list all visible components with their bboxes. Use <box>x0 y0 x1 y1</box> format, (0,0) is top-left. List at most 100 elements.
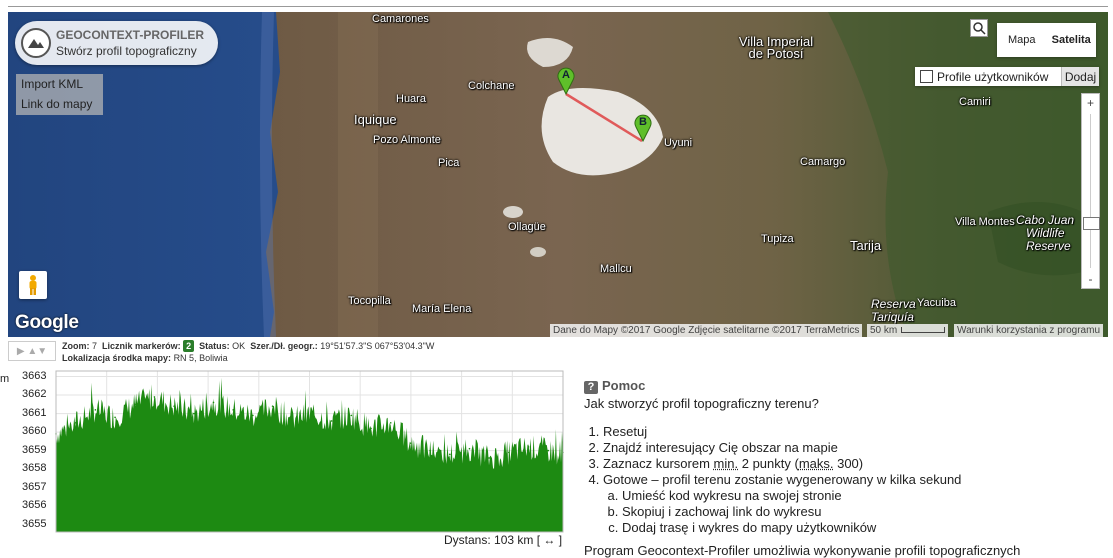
place-label: Camarones <box>372 13 429 25</box>
logo-mountain-icon <box>21 28 51 58</box>
marker-pin-icon: A <box>557 67 575 96</box>
map-scale[interactable]: 50 km <box>867 324 949 337</box>
place-label: Reserva <box>871 297 916 311</box>
place-label: Uyuni <box>664 137 693 149</box>
place-label: Tupiza <box>761 233 794 245</box>
user-profiles-checkbox[interactable] <box>920 70 933 83</box>
help-step: Znajdź interesujący Cię obszar na mapie <box>603 440 1104 456</box>
elevation-point <box>271 405 274 407</box>
center-label: Lokalizacja środka mapy: <box>62 353 172 363</box>
elevation-point <box>409 442 412 444</box>
elevation-point <box>74 422 77 424</box>
elevation-point <box>193 412 195 415</box>
elevation-point <box>153 396 156 398</box>
zoom-thumb[interactable] <box>1083 217 1100 230</box>
help-step: Gotowe – profil terenu zostanie wygenero… <box>603 472 1104 536</box>
help-step: Zaznacz kursorem min. 2 punkty (maks. 30… <box>603 456 1104 472</box>
elevation-point <box>508 451 510 454</box>
elevation-chart[interactable]: m 3655 3656 3657 3658 3659 3660 3661 3662 3663 D… <box>0 366 570 552</box>
place-label: Villa Montes <box>955 216 1015 228</box>
elevation-point <box>133 403 136 406</box>
zoom-out-button[interactable]: - <box>1082 270 1099 288</box>
elevation-point <box>114 416 116 419</box>
elevation-point <box>468 447 471 450</box>
map-link[interactable]: Link do mapy <box>16 94 103 114</box>
coords-label: Szer./Dł. geogr.: <box>250 341 318 351</box>
user-profiles-control: Profile użytkowników Dodaj <box>915 67 1099 86</box>
elevation-point <box>94 409 97 411</box>
elevation-point <box>232 409 235 411</box>
place-label: Colchane <box>468 80 515 92</box>
marker-label: A <box>562 69 570 81</box>
zoom-area-icon[interactable] <box>970 19 988 37</box>
elevation-point <box>389 422 392 424</box>
elevation-point <box>212 401 215 404</box>
help-steps: Resetuj Znajdź interesujący Cię obszar n… <box>584 424 1104 536</box>
place-label: María Elena <box>412 303 472 315</box>
elevation-plot <box>55 370 564 533</box>
zoom-in-button[interactable]: + <box>1082 94 1099 112</box>
help-footer-text: Program Geocontext-Profiler umożliwia wy… <box>584 543 1021 558</box>
terms-link[interactable]: Warunki korzystania z programu <box>954 324 1104 337</box>
marker-pin-icon: B <box>634 114 652 143</box>
status-value: OK <box>232 341 246 351</box>
elevation-point <box>252 414 254 417</box>
place-label: Pozo Almonte <box>373 134 441 146</box>
place-label: Mallcu <box>600 263 632 275</box>
place-label: Tariquía <box>871 310 914 324</box>
google-logo[interactable]: Google <box>15 312 79 334</box>
place-label: Ollagüe <box>508 221 546 233</box>
elevation-point <box>448 453 451 456</box>
street-view-pegman[interactable] <box>19 271 47 299</box>
place-label: Yacuiba <box>917 297 956 309</box>
pegman-icon <box>29 275 37 295</box>
side-links-panel: Import KML Link do mapy <box>16 74 103 115</box>
place-label: Tarija <box>850 238 882 253</box>
app-logo-box[interactable]: GEOCONTEXT-PROFILER Stwórz profil topogr… <box>15 21 218 65</box>
import-kml-link[interactable]: Import KML <box>16 74 103 94</box>
help-substeps: Umieść kod wykresu na swojej stronie Sko… <box>603 488 1104 536</box>
add-profile-button[interactable]: Dodaj <box>1061 67 1099 86</box>
chart-nav-buttons[interactable]: ▶ ▲▼ <box>8 341 56 361</box>
place-label: Pica <box>438 157 460 169</box>
map-type-satellite-button[interactable]: Satelita <box>1047 23 1097 57</box>
app-subtitle: Stwórz profil topograficzny <box>56 44 197 58</box>
center-value: RN 5, Boliwia <box>173 353 228 363</box>
elevation-point <box>547 449 550 452</box>
top-divider <box>8 6 1108 7</box>
place-label: Villa Imperial de Potosí <box>738 34 814 61</box>
markers-count-badge: 2 <box>183 340 195 352</box>
place-label: Iquique <box>354 112 397 127</box>
help-substep: Dodaj trasę i wykres do mapy użytkownikó… <box>622 520 1104 536</box>
map-type-control: Mapa Satelita <box>997 23 1096 57</box>
elevation-point <box>350 414 353 417</box>
map-type-map-button[interactable]: Mapa <box>997 23 1047 57</box>
status-label: Status: <box>199 341 230 351</box>
markers-label: Licznik markerów: <box>102 341 181 351</box>
elevation-point <box>370 427 372 430</box>
elevation-point <box>527 446 530 448</box>
elevation-point <box>488 457 490 459</box>
elevation-point <box>311 412 313 415</box>
elevation-point <box>291 418 294 420</box>
place-label: Reserve <box>1026 239 1071 253</box>
place-label: Tocopilla <box>348 295 391 307</box>
scale-bar <box>901 327 946 334</box>
zoom-slider[interactable]: + - <box>1081 93 1100 289</box>
zoom-label: Zoom: <box>62 341 90 351</box>
route-marker-b[interactable]: B <box>633 112 653 143</box>
user-profiles-label: Profile użytkowników <box>937 69 1049 84</box>
help-panel: ? Pomoc Jak stworzyć profil topograficzny… <box>584 378 1104 558</box>
status-bar: Zoom: 7 Licznik markerów: 2 Status: OK S… <box>62 340 434 364</box>
elevation-point <box>429 449 431 452</box>
route-marker-a[interactable]: A <box>556 65 576 96</box>
place-label: Wildlife <box>1026 226 1065 240</box>
zoom-track <box>1090 114 1091 268</box>
elevation-point <box>173 405 175 407</box>
scale-label: 50 km <box>870 325 898 336</box>
distance-label[interactable]: Dystans: 103 km [ ↔ ] <box>444 533 562 547</box>
zoom-value: 7 <box>92 341 98 351</box>
marker-label: B <box>639 116 647 128</box>
satellite-map[interactable]: Camarones Villa Imperial de Potosí Colch… <box>8 12 1108 337</box>
help-question: Jak stworzyć profil topograficzny terenu… <box>584 396 819 411</box>
